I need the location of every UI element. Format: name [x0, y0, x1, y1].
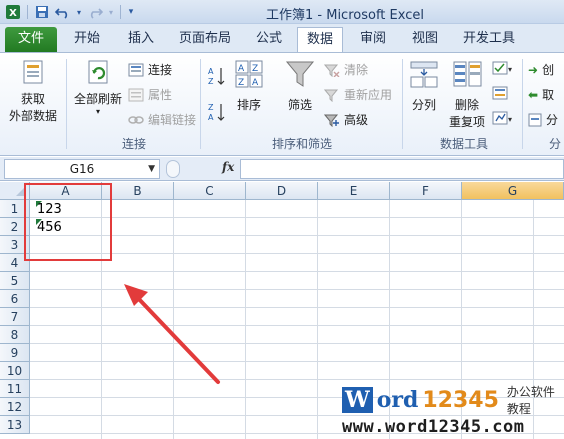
watermark-word: ord	[376, 387, 419, 413]
watermark-digits: 12345	[422, 387, 499, 413]
watermark-w-icon: W	[342, 387, 373, 413]
watermark: Word 12345 办公软件教程 www.word12345.com	[342, 383, 564, 437]
annotation-arrow-icon	[124, 284, 220, 384]
watermark-url: www.word12345.com	[342, 417, 525, 437]
watermark-tagline: 办公软件教程	[506, 385, 555, 416]
watermark-brand: Word 12345 办公软件教程	[342, 383, 564, 417]
